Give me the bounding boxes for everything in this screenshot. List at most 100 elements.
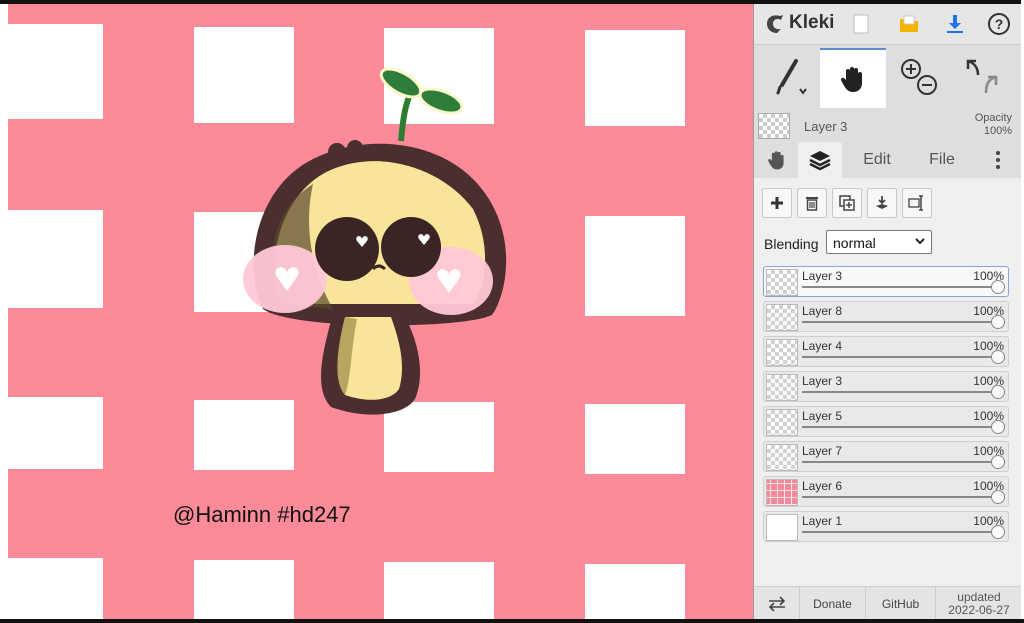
redo-icon[interactable] bbox=[984, 75, 998, 94]
layer-opacity-slider[interactable] bbox=[802, 531, 994, 533]
pattern-square bbox=[8, 558, 103, 619]
swap-sides-button[interactable] bbox=[754, 587, 800, 620]
rename-layer-button[interactable] bbox=[902, 188, 932, 218]
hand-icon bbox=[768, 151, 784, 170]
add-layer-button[interactable] bbox=[762, 188, 792, 218]
layer-opacity-slider[interactable] bbox=[802, 496, 994, 498]
layer-thumbnail bbox=[766, 409, 798, 436]
app-name: Kleki bbox=[789, 12, 835, 33]
merge-down-button[interactable] bbox=[867, 188, 897, 218]
current-layer-name: Layer 3 bbox=[804, 119, 848, 134]
layer-opacity-slider[interactable] bbox=[802, 391, 994, 393]
tab-edit[interactable]: Edit bbox=[850, 142, 904, 178]
brush-tool-button[interactable] bbox=[762, 48, 818, 106]
github-link[interactable]: GitHub bbox=[866, 587, 936, 620]
zoom-in-icon[interactable] bbox=[901, 59, 921, 79]
hand-icon bbox=[840, 67, 862, 92]
help-icon[interactable]: ? bbox=[984, 10, 1014, 38]
layer-thumbnail bbox=[766, 339, 798, 366]
signature-text: @Haminn #hd247 bbox=[173, 502, 351, 527]
svg-text:?: ? bbox=[995, 16, 1004, 32]
layer-thumbnail bbox=[766, 514, 798, 541]
updated-label: updated bbox=[957, 589, 1001, 604]
pattern-square bbox=[585, 564, 685, 619]
layer-item[interactable]: Layer 7 100% bbox=[763, 441, 1009, 472]
download-icon[interactable] bbox=[940, 10, 970, 38]
layer-opacity-slider[interactable] bbox=[802, 321, 994, 323]
layer-name: Layer 1 bbox=[802, 514, 843, 528]
duplicate-layer-button[interactable] bbox=[832, 188, 862, 218]
merge-icon bbox=[876, 196, 888, 209]
chevron-down-icon bbox=[915, 238, 925, 245]
pattern-square bbox=[384, 562, 494, 619]
updated-date: 2022-06-27 bbox=[948, 602, 1010, 617]
tab-file[interactable]: File bbox=[914, 142, 970, 178]
delete-layer-button[interactable] bbox=[797, 188, 827, 218]
donate-link[interactable]: Donate bbox=[800, 587, 866, 620]
more-options-icon[interactable] bbox=[986, 142, 1010, 178]
kleki-logo-icon bbox=[767, 15, 783, 33]
pattern-square bbox=[585, 216, 685, 316]
pattern-square bbox=[585, 404, 685, 474]
layer-item[interactable]: Layer 3 100% bbox=[763, 266, 1009, 297]
tab-hand[interactable] bbox=[758, 142, 796, 178]
layer-opacity-knob[interactable] bbox=[991, 280, 1005, 294]
plus-icon bbox=[771, 197, 783, 209]
layer-thumbnail bbox=[766, 444, 798, 471]
swap-icon bbox=[768, 595, 785, 612]
kleki-logo[interactable]: Kleki bbox=[764, 12, 834, 34]
layer-item[interactable]: Layer 6 100% bbox=[763, 476, 1009, 507]
history-buttons bbox=[954, 48, 1010, 106]
layer-name: Layer 6 bbox=[802, 479, 843, 493]
current-layer-thumbnail bbox=[758, 113, 790, 139]
layer-name: Layer 3 bbox=[802, 374, 843, 388]
drawing-canvas[interactable]: @Haminn #hd247 bbox=[8, 4, 753, 619]
updated-info[interactable]: updated 2022-06-27 bbox=[936, 587, 1022, 620]
layer-actions bbox=[762, 188, 932, 218]
save-icon[interactable] bbox=[894, 10, 924, 38]
zoom-buttons bbox=[894, 48, 944, 106]
blending-select[interactable]: normal bbox=[826, 230, 932, 254]
duplicate-icon bbox=[839, 195, 855, 211]
layer-opacity-slider[interactable] bbox=[802, 426, 994, 428]
zoom-out-icon[interactable] bbox=[917, 75, 937, 95]
undo-icon[interactable] bbox=[966, 59, 980, 76]
bottom-border bbox=[0, 619, 1024, 623]
layer-opacity-slider[interactable] bbox=[802, 461, 994, 463]
tool-row bbox=[754, 48, 1022, 108]
mushroom-drawing bbox=[243, 67, 507, 415]
layer-opacity-knob[interactable] bbox=[991, 350, 1005, 364]
layer-opacity-knob[interactable] bbox=[991, 455, 1005, 469]
hand-tool-button[interactable] bbox=[820, 48, 886, 108]
blending-label: Blending bbox=[764, 236, 819, 252]
layer-opacity-knob[interactable] bbox=[991, 420, 1005, 434]
layer-thumbnail bbox=[766, 304, 798, 331]
pattern-square bbox=[585, 30, 685, 126]
layer-name: Layer 3 bbox=[802, 269, 843, 283]
layer-opacity-knob[interactable] bbox=[991, 490, 1005, 504]
layer-opacity-slider[interactable] bbox=[802, 356, 994, 358]
layer-opacity-slider[interactable] bbox=[802, 286, 994, 288]
new-file-icon[interactable] bbox=[846, 10, 876, 38]
layer-name: Layer 4 bbox=[802, 339, 843, 353]
tab-layers[interactable] bbox=[798, 142, 842, 178]
rename-icon bbox=[908, 195, 923, 211]
brush-icon bbox=[776, 59, 807, 95]
layer-opacity-knob[interactable] bbox=[991, 525, 1005, 539]
layer-item[interactable]: Layer 3 100% bbox=[763, 371, 1009, 402]
layer-opacity-knob[interactable] bbox=[991, 385, 1005, 399]
layer-opacity-knob[interactable] bbox=[991, 315, 1005, 329]
opacity-value: 100% bbox=[983, 125, 1012, 137]
current-layer-preview: Layer 3 Opacity 100% bbox=[754, 108, 1022, 142]
layer-item[interactable]: Layer 8 100% bbox=[763, 301, 1009, 332]
layer-item[interactable]: Layer 4 100% bbox=[763, 336, 1009, 367]
layer-item[interactable]: Layer 5 100% bbox=[763, 406, 1009, 437]
panel-tabs: Edit File bbox=[754, 142, 1022, 178]
layer-thumbnail bbox=[766, 374, 798, 401]
layer-item[interactable]: Layer 1 100% bbox=[763, 511, 1009, 542]
layers-icon bbox=[809, 151, 831, 171]
layer-name: Layer 8 bbox=[802, 304, 843, 318]
current-layer-opacity[interactable]: Opacity 100% bbox=[975, 112, 1012, 138]
layers-panel: Blending normal Layer 3 100% Layer 8 100… bbox=[754, 178, 1022, 586]
trash-icon bbox=[806, 197, 818, 211]
